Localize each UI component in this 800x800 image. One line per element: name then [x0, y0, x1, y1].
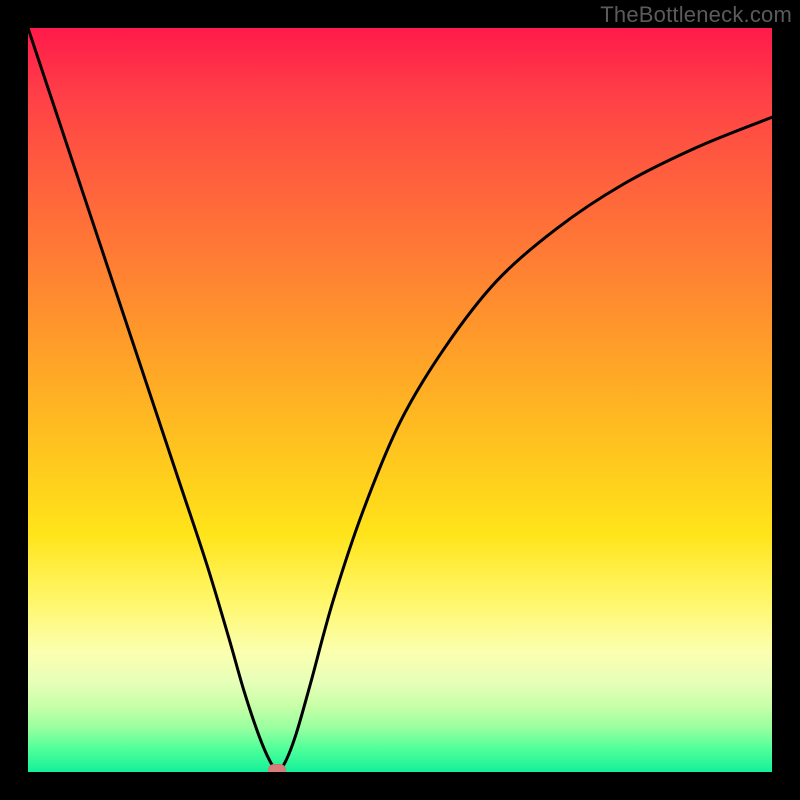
bottleneck-curve	[28, 28, 772, 772]
plot-area	[28, 28, 772, 772]
chart-frame: TheBottleneck.com	[0, 0, 800, 800]
watermark-text: TheBottleneck.com	[600, 2, 792, 28]
bottleneck-curve-path	[28, 28, 772, 770]
optimal-marker	[268, 764, 286, 772]
